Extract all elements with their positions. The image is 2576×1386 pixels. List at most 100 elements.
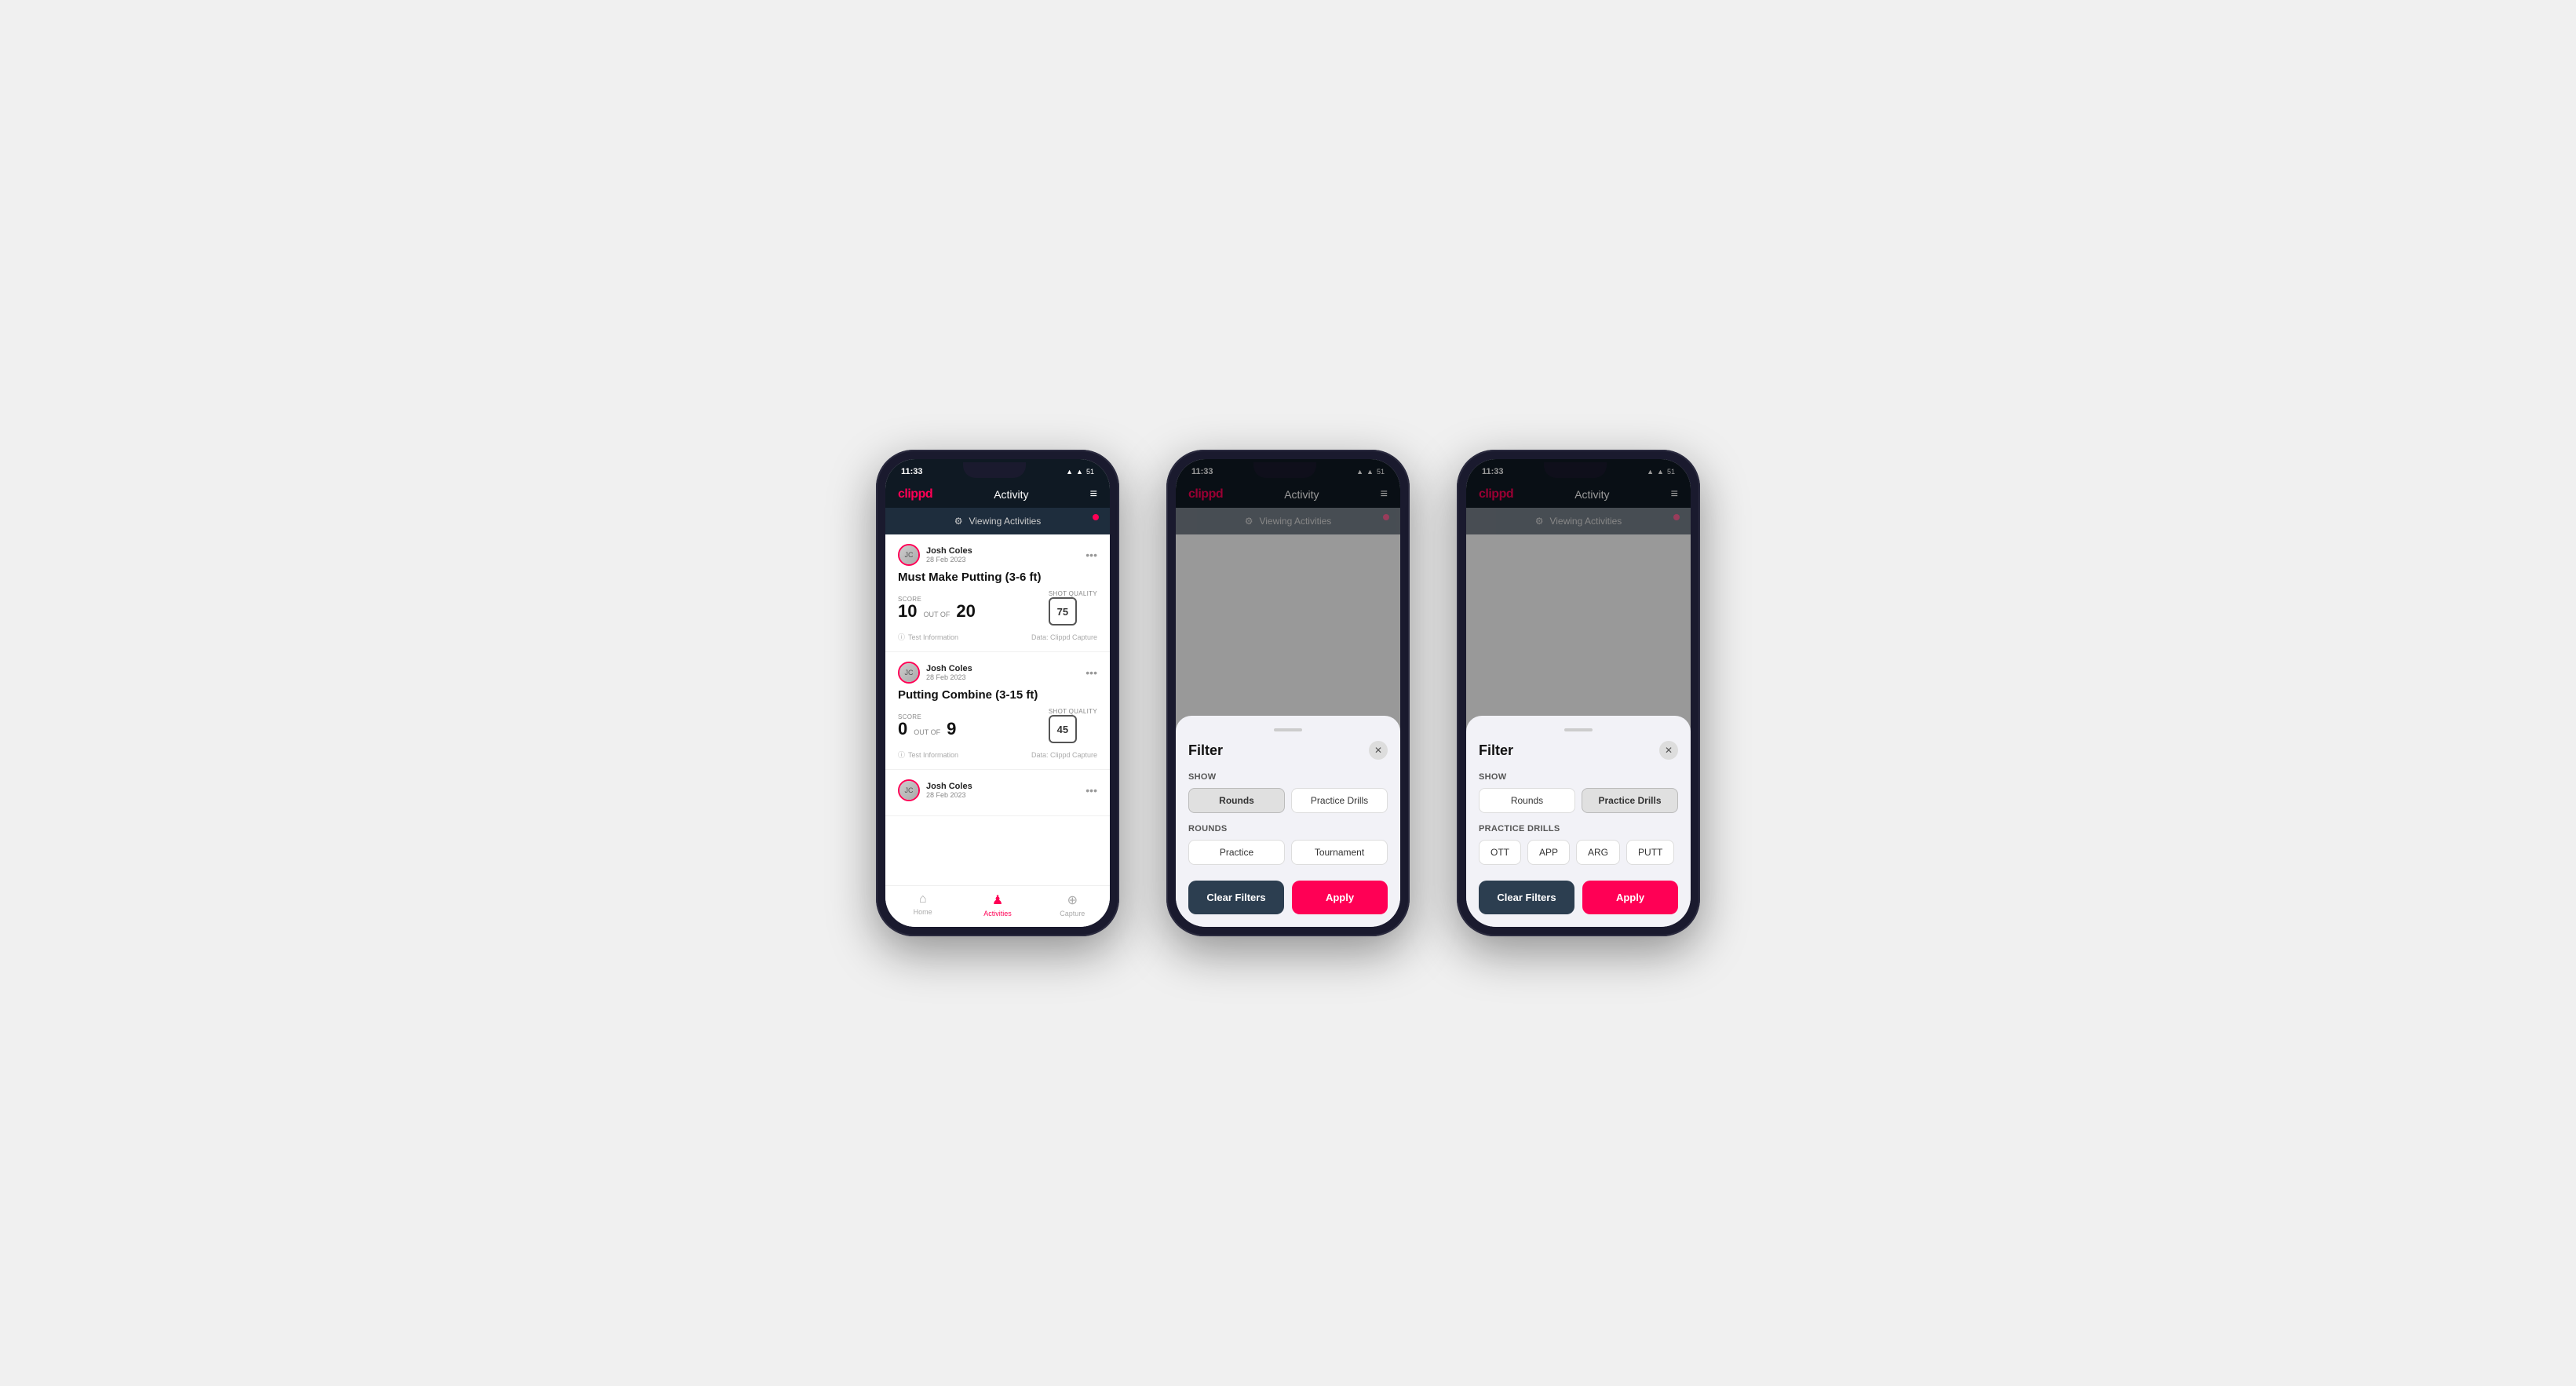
- card-header-2: JC Josh Coles 28 Feb 2023 •••: [898, 662, 1097, 684]
- putt-btn-3[interactable]: PUTT: [1626, 840, 1674, 865]
- card-footer-1: ⓘ Test Information Data: Clippd Capture: [898, 632, 1097, 642]
- activities-icon-1: ♟: [992, 892, 1003, 908]
- out-of-2: OUT OF: [914, 728, 940, 736]
- viewing-label-1: Viewing Activities: [969, 516, 1041, 527]
- filter-handle-3: [1564, 728, 1593, 731]
- avatar-3: JC: [898, 779, 920, 801]
- tab-home-label-1: Home: [914, 908, 932, 916]
- avatar-inner-2: JC: [899, 663, 918, 682]
- stats-row-1: Score 10 OUT OF 20 Shot Quality 75: [898, 590, 1097, 626]
- quality-badge-2: 45: [1049, 715, 1077, 743]
- data-source-2: Data: Clippd Capture: [1031, 751, 1097, 759]
- quality-stat-2: Shot Quality 45: [1049, 708, 1097, 743]
- activity-title-2: Putting Combine (3-15 ft): [898, 688, 1097, 702]
- phone-2: 11:33 ▲ ▲ 51 clippd Activity ≡ ⚙ Viewing…: [1166, 450, 1410, 936]
- show-label-3: Show: [1479, 772, 1678, 782]
- scene: 11:33 ▲ ▲ 51 clippd Activity ≡ ⚙ Viewing…: [829, 403, 1747, 983]
- more-dots-1[interactable]: •••: [1085, 549, 1097, 561]
- activity-title-1: Must Make Putting (3-6 ft): [898, 571, 1097, 584]
- test-info-2: ⓘ Test Information: [898, 750, 958, 760]
- phone-1: 11:33 ▲ ▲ 51 clippd Activity ≡ ⚙ Viewing…: [876, 450, 1119, 936]
- more-dots-2[interactable]: •••: [1085, 666, 1097, 679]
- rounds-buttons-2: Practice Tournament: [1188, 840, 1388, 865]
- status-icons-1: ▲ ▲ 51: [1066, 468, 1094, 476]
- user-name-1: Josh Coles: [926, 546, 972, 556]
- content-1: JC Josh Coles 28 Feb 2023 ••• Must Make …: [885, 534, 1110, 885]
- rounds-btn-2[interactable]: Rounds: [1188, 788, 1285, 813]
- app-btn-3[interactable]: APP: [1527, 840, 1570, 865]
- filter-show-section-2: Show Rounds Practice Drills: [1188, 772, 1388, 813]
- practice-drills-btn-2[interactable]: Practice Drills: [1291, 788, 1388, 813]
- filter-sheet-2: Filter ✕ Show Rounds Practice Drills Rou…: [1176, 716, 1400, 927]
- notification-dot-1: [1093, 514, 1099, 520]
- user-date-2: 28 Feb 2023: [926, 673, 972, 681]
- more-dots-3[interactable]: •••: [1085, 784, 1097, 797]
- battery-icon: 51: [1086, 468, 1094, 476]
- menu-icon-1[interactable]: ≡: [1090, 487, 1097, 502]
- clear-filters-btn-3[interactable]: Clear Filters: [1479, 881, 1574, 914]
- tab-capture-label-1: Capture: [1060, 910, 1085, 917]
- filter-close-2[interactable]: ✕: [1369, 741, 1388, 760]
- wifi-icon: ▲: [1076, 468, 1083, 476]
- filter-title-2: Filter: [1188, 742, 1223, 759]
- user-date-3: 28 Feb 2023: [926, 791, 972, 799]
- filter-overlay-2: Filter ✕ Show Rounds Practice Drills Rou…: [1176, 459, 1400, 927]
- score-stat-1: Score 10 OUT OF 20: [898, 596, 976, 620]
- filter-header-2: Filter ✕: [1188, 741, 1388, 760]
- filter-handle-2: [1274, 728, 1302, 731]
- tab-activities-1[interactable]: ♟ Activities: [960, 892, 1034, 917]
- card-header-1: JC Josh Coles 28 Feb 2023 •••: [898, 544, 1097, 566]
- status-bar-1: 11:33 ▲ ▲ 51: [885, 459, 1110, 481]
- show-label-2: Show: [1188, 772, 1388, 782]
- tab-capture-1[interactable]: ⊕ Capture: [1035, 892, 1110, 917]
- drills-buttons-3: OTT APP ARG PUTT: [1479, 840, 1678, 865]
- score-value-2: 0: [898, 720, 907, 738]
- card-footer-2: ⓘ Test Information Data: Clippd Capture: [898, 750, 1097, 760]
- logo-1: clippd: [898, 487, 932, 502]
- card-header-3: JC Josh Coles 28 Feb 2023 •••: [898, 779, 1097, 801]
- user-name-2: Josh Coles: [926, 664, 972, 673]
- avatar-inner-1: JC: [899, 545, 918, 564]
- score-value-1: 10: [898, 603, 917, 620]
- status-time-1: 11:33: [901, 467, 923, 476]
- tab-bar-1: ⌂ Home ♟ Activities ⊕ Capture: [885, 885, 1110, 927]
- practice-drills-btn-3[interactable]: Practice Drills: [1582, 788, 1678, 813]
- user-date-1: 28 Feb 2023: [926, 556, 972, 564]
- filter-title-3: Filter: [1479, 742, 1513, 759]
- user-details-3: Josh Coles 28 Feb 2023: [926, 782, 972, 799]
- user-info-1: JC Josh Coles 28 Feb 2023: [898, 544, 972, 566]
- rounds-btn-3[interactable]: Rounds: [1479, 788, 1575, 813]
- shots-value-1: 20: [956, 603, 975, 620]
- avatar-2: JC: [898, 662, 920, 684]
- data-source-1: Data: Clippd Capture: [1031, 633, 1097, 641]
- user-details-1: Josh Coles 28 Feb 2023: [926, 546, 972, 564]
- practice-btn-2[interactable]: Practice: [1188, 840, 1285, 865]
- notch-1: [963, 462, 1026, 478]
- show-buttons-2: Rounds Practice Drills: [1188, 788, 1388, 813]
- filter-show-section-3: Show Rounds Practice Drills: [1479, 772, 1678, 813]
- drills-label-3: Practice Drills: [1479, 824, 1678, 833]
- rounds-section-2: Rounds Practice Tournament: [1188, 824, 1388, 865]
- viewing-bar-1[interactable]: ⚙ Viewing Activities: [885, 508, 1110, 534]
- apply-btn-2[interactable]: Apply: [1292, 881, 1388, 914]
- activity-card-1: JC Josh Coles 28 Feb 2023 ••• Must Make …: [885, 534, 1110, 652]
- clear-filters-btn-2[interactable]: Clear Filters: [1188, 881, 1284, 914]
- tournament-btn-2[interactable]: Tournament: [1291, 840, 1388, 865]
- filter-footer-2: Clear Filters Apply: [1188, 881, 1388, 914]
- quality-label-1: Shot Quality: [1049, 590, 1097, 597]
- arg-btn-3[interactable]: ARG: [1576, 840, 1620, 865]
- signal-icon: ▲: [1066, 468, 1073, 476]
- apply-btn-3[interactable]: Apply: [1582, 881, 1678, 914]
- filter-header-3: Filter ✕: [1479, 741, 1678, 760]
- out-of-1: OUT OF: [923, 611, 950, 618]
- score-stat-2: Score 0 OUT OF 9: [898, 713, 956, 738]
- drills-section-3: Practice Drills OTT APP ARG PUTT: [1479, 824, 1678, 865]
- shots-value-2: 9: [947, 720, 956, 738]
- home-icon-1: ⌂: [919, 892, 927, 906]
- capture-icon-1: ⊕: [1067, 892, 1078, 908]
- nav-bar-1: clippd Activity ≡: [885, 481, 1110, 508]
- nav-title-1: Activity: [994, 488, 1028, 501]
- tab-home-1[interactable]: ⌂ Home: [885, 892, 960, 917]
- ott-btn-3[interactable]: OTT: [1479, 840, 1521, 865]
- filter-close-3[interactable]: ✕: [1659, 741, 1678, 760]
